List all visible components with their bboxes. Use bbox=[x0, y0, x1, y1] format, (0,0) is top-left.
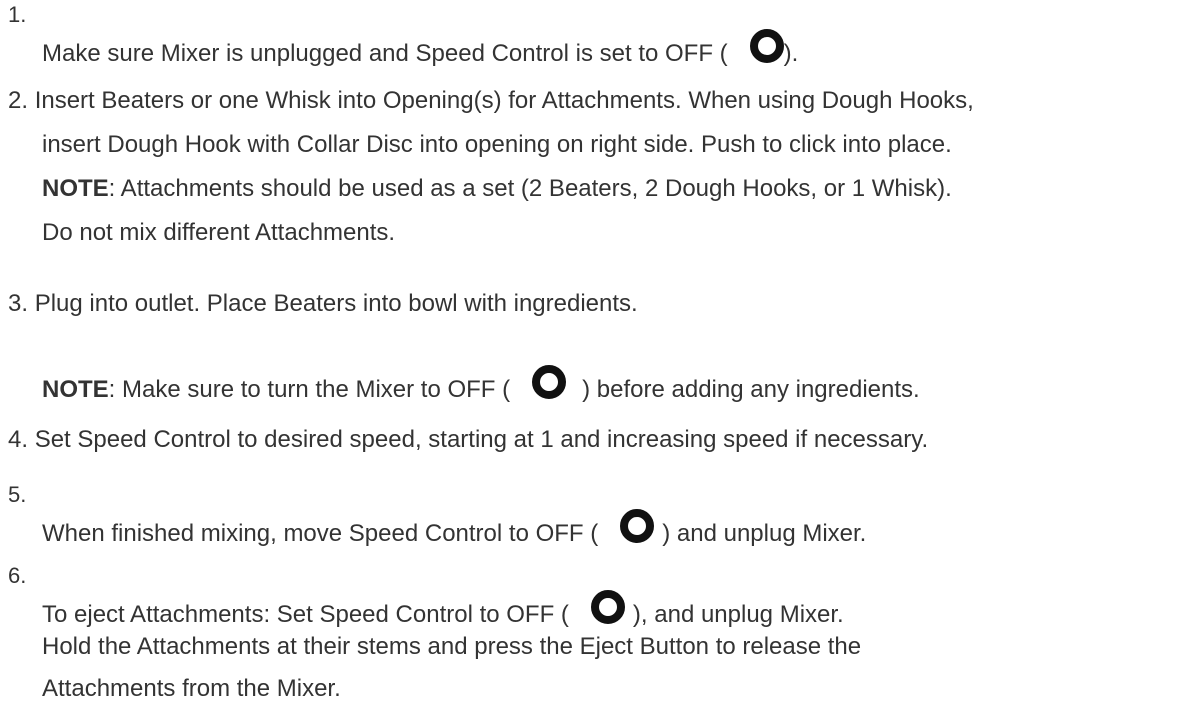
step-text: Set Speed Control to desired speed, star… bbox=[34, 426, 929, 453]
note-text: Do not mix different Attachments. bbox=[42, 219, 396, 246]
note-label: NOTE bbox=[42, 175, 109, 202]
note: NOTE: Make sure to turn the Mixer to OFF… bbox=[42, 365, 920, 405]
step-text: insert Dough Hook with Collar Disc into … bbox=[42, 131, 952, 158]
step-text: Hold the Attachments at their stems and … bbox=[42, 633, 862, 660]
step-text: Plug into outlet. Place Beaters into bow… bbox=[34, 290, 638, 317]
step-text: Insert Beaters or one Whisk into Opening… bbox=[34, 87, 974, 114]
step-number: 1. bbox=[8, 2, 27, 27]
step-text-after: ), and unplug Mixer. bbox=[632, 601, 844, 628]
step-line: 4. Set Speed Control to desired speed, s… bbox=[8, 425, 928, 455]
step-number: 2. bbox=[8, 87, 29, 114]
off-symbol-icon bbox=[620, 509, 655, 543]
note-text-after: ) before adding any ingredients. bbox=[582, 376, 920, 403]
step-text-after: ) and unplug Mixer. bbox=[662, 520, 867, 547]
step-number: 6. bbox=[8, 563, 27, 588]
off-symbol-icon bbox=[590, 590, 625, 624]
step-text-before: Make sure Mixer is unplugged and Speed C… bbox=[42, 40, 728, 67]
note-label: NOTE bbox=[42, 376, 109, 403]
step-text-before: To eject Attachments: Set Speed Control … bbox=[42, 601, 569, 628]
step-line: 2. Insert Beaters or one Whisk into Open… bbox=[8, 86, 974, 116]
step-text: Attachments from the Mixer. bbox=[42, 675, 341, 702]
off-symbol-icon bbox=[532, 365, 567, 399]
note: NOTE: Attachments should be used as a se… bbox=[42, 174, 952, 204]
step-number: 5. bbox=[8, 482, 27, 507]
step-text: When finished mixing, move Speed Control… bbox=[42, 509, 866, 549]
step-text: Make sure Mixer is unplugged and Speed C… bbox=[42, 29, 798, 69]
step-line: 3. Plug into outlet. Place Beaters into … bbox=[8, 289, 638, 319]
step-text: To eject Attachments: Set Speed Control … bbox=[42, 590, 844, 630]
step-number: 3. bbox=[8, 290, 29, 317]
step-text-before: When finished mixing, move Speed Control… bbox=[42, 520, 599, 547]
off-symbol-icon bbox=[749, 29, 784, 63]
note-text: : Attachments should be used as a set (2… bbox=[108, 175, 952, 202]
step-text-after: ). bbox=[783, 40, 799, 67]
step-number: 4. bbox=[8, 426, 29, 453]
note-text-before: : Make sure to turn the Mixer to OFF ( bbox=[108, 376, 511, 403]
